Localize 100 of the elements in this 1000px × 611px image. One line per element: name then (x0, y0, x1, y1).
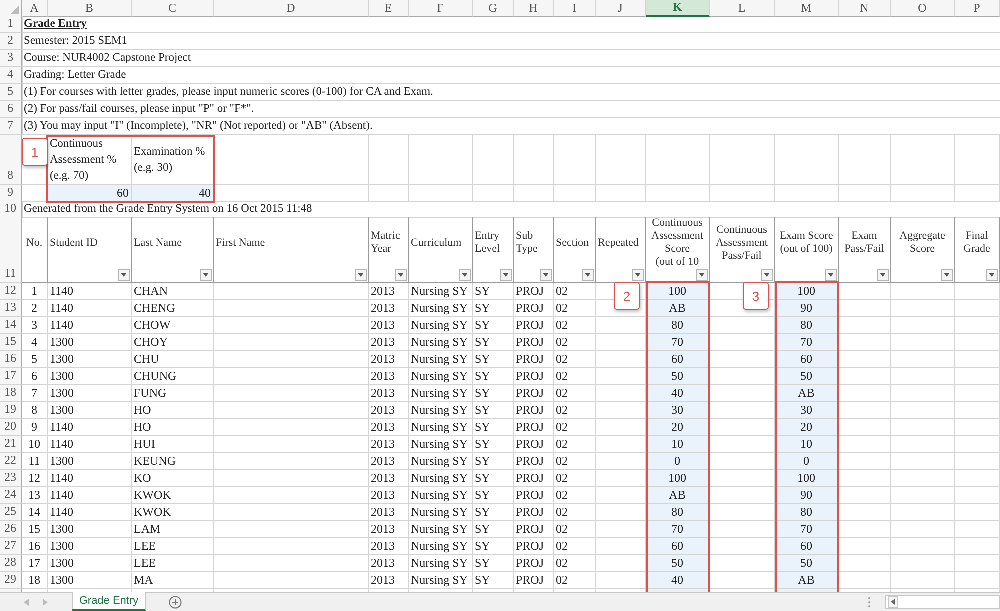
table-cell: PROJ (514, 504, 554, 521)
table-cell: 80 (646, 504, 710, 521)
row-number[interactable]: 14 (0, 317, 22, 334)
filter-dropdown-button[interactable] (825, 269, 837, 281)
table-cell (710, 470, 775, 487)
filter-dropdown-button[interactable] (540, 269, 552, 281)
filter-dropdown-button[interactable] (200, 269, 212, 281)
row-number[interactable]: 3 (0, 50, 22, 67)
row-number[interactable]: 20 (0, 419, 22, 436)
filter-dropdown-button[interactable] (877, 269, 889, 281)
row-number[interactable]: 10 (0, 201, 22, 218)
row-number[interactable]: 21 (0, 436, 22, 453)
table-cell (891, 300, 955, 317)
row-number[interactable]: 4 (0, 67, 22, 84)
horizontal-scrollbar[interactable] (885, 595, 1000, 609)
sheet-tab[interactable]: Grade Entry (72, 592, 146, 611)
caret-icon (764, 273, 770, 277)
table-cell (710, 419, 775, 436)
weight-value[interactable]: 40 (132, 185, 214, 202)
column-letter[interactable]: F (409, 0, 473, 17)
column-letter[interactable]: G (473, 0, 514, 17)
row-number[interactable]: 9 (0, 185, 22, 202)
table-cell: 20 (646, 419, 710, 436)
table-cell (710, 334, 775, 351)
table-cell: 70 (646, 521, 710, 538)
table-cell: 80 (775, 317, 839, 334)
column-letter[interactable]: A (22, 0, 48, 17)
weight-value[interactable]: 60 (48, 185, 132, 202)
table-cell: SY (473, 504, 514, 521)
table-cell: 100 (646, 470, 710, 487)
filter-dropdown-button[interactable] (941, 269, 953, 281)
filter-dropdown-button[interactable] (118, 269, 130, 281)
row-number[interactable]: 26 (0, 521, 22, 538)
row-number[interactable]: 16 (0, 351, 22, 368)
row-number[interactable]: 22 (0, 453, 22, 470)
filter-dropdown-button[interactable] (986, 269, 998, 281)
column-letter[interactable]: L (710, 0, 775, 17)
column-letter[interactable]: M (775, 0, 839, 17)
column-letter[interactable]: O (891, 0, 955, 17)
filter-dropdown-button[interactable] (761, 269, 773, 281)
table-cell (839, 368, 891, 385)
table-cell: PROJ (514, 487, 554, 504)
row-number[interactable]: 28 (0, 555, 22, 572)
column-header: No. (26, 236, 43, 250)
row-number[interactable]: 1 (0, 16, 22, 33)
row-number[interactable]: 17 (0, 368, 22, 385)
row-number[interactable]: 23 (0, 470, 22, 487)
filter-dropdown-button[interactable] (582, 269, 594, 281)
filter-dropdown-button[interactable] (355, 269, 367, 281)
row-number[interactable]: 5 (0, 84, 22, 101)
corner-triangle-icon (11, 6, 19, 14)
row-number[interactable]: 7 (0, 118, 22, 135)
table-cell: 8 (22, 402, 48, 419)
column-letter[interactable]: K (646, 0, 710, 17)
table-cell: LEE (132, 555, 214, 572)
row-number[interactable]: 29 (0, 572, 22, 589)
table-cell: 60 (775, 351, 839, 368)
filter-dropdown-button[interactable] (500, 269, 512, 281)
table-cell (596, 555, 646, 572)
column-letter[interactable]: J (596, 0, 646, 17)
row-number[interactable]: 2 (0, 33, 22, 50)
row-number[interactable]: 6 (0, 101, 22, 118)
table-cell: KWOK (132, 504, 214, 521)
row-number[interactable]: 25 (0, 504, 22, 521)
scroll-left-button[interactable] (888, 596, 898, 608)
table-cell: 2013 (369, 453, 409, 470)
column-letter[interactable]: B (48, 0, 132, 17)
row-number[interactable]: 8 (0, 135, 22, 185)
row-number[interactable]: 15 (0, 334, 22, 351)
table-cell: 70 (775, 334, 839, 351)
row-number[interactable]: 27 (0, 538, 22, 555)
row-number[interactable]: 18 (0, 385, 22, 402)
column-letter[interactable]: I (554, 0, 596, 17)
row-number[interactable]: 13 (0, 300, 22, 317)
row-number[interactable]: 24 (0, 487, 22, 504)
row-number[interactable]: 19 (0, 402, 22, 419)
table-cell: CHOW (132, 317, 214, 334)
splitter-handle-icon[interactable] (868, 596, 871, 608)
column-letter[interactable]: N (839, 0, 891, 17)
filter-dropdown-button[interactable] (459, 269, 471, 281)
filter-dropdown-button[interactable] (632, 269, 644, 281)
table-cell: 2013 (369, 283, 409, 300)
table-cell: 7 (22, 385, 48, 402)
caret-icon (121, 273, 127, 277)
table-cell: 18 (22, 572, 48, 589)
table-cell (891, 317, 955, 334)
column-letter[interactable]: D (214, 0, 369, 17)
column-letter[interactable]: C (132, 0, 214, 17)
row-number[interactable]: 12 (0, 283, 22, 300)
filter-dropdown-button[interactable] (696, 269, 708, 281)
table-cell (891, 504, 955, 521)
table-cell: PROJ (514, 555, 554, 572)
column-letter[interactable]: E (369, 0, 409, 17)
add-sheet-button[interactable] (169, 593, 182, 611)
column-letter[interactable]: H (514, 0, 554, 17)
table-cell: 40 (646, 572, 710, 589)
column-letter[interactable]: P (955, 0, 1000, 17)
filter-dropdown-button[interactable] (395, 269, 407, 281)
table-cell: SY (473, 453, 514, 470)
row-number[interactable]: 11 (0, 217, 22, 283)
